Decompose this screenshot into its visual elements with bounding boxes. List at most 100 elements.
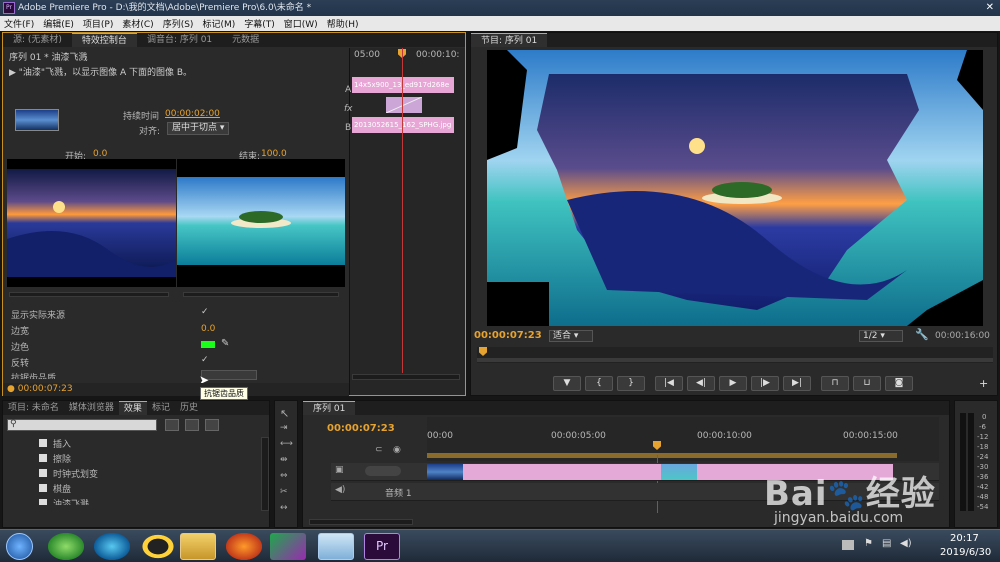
duration-value[interactable]: 00:00:02:00 [165,109,220,119]
snap-icon[interactable]: ⊂ [375,445,383,455]
tab-source[interactable]: 源: (无素材) [3,33,72,47]
step-forward-button[interactable]: |▶ [751,376,779,391]
start-slider[interactable] [9,292,169,297]
razor-tool-icon[interactable]: ✂ [280,487,288,497]
mini-timeline-scrollbar[interactable] [352,374,460,380]
tab-history[interactable]: 历史 [175,401,203,415]
network-tray-icon[interactable]: ▤ [882,538,891,549]
menu-project[interactable]: 项目(P) [83,17,113,30]
32bit-effects-icon[interactable] [185,419,199,431]
resolution-dropdown[interactable]: 1/2 ▾ [859,330,903,342]
antialias-dropdown[interactable] [201,370,257,380]
effects-search-input[interactable]: ⚲ [7,419,157,431]
menu-title[interactable]: 字幕(T) [244,17,275,30]
taskbar-app-firefox[interactable] [226,533,262,560]
end-value[interactable]: 100.0 [261,149,287,159]
effect-item-wipe[interactable]: 擦除 [53,452,71,465]
menu-sequence[interactable]: 序列(S) [163,17,194,30]
mark-out-button[interactable]: } [617,376,645,391]
taskbar-app-explorer[interactable] [180,533,216,560]
effect-item-clock-wipe[interactable]: 时钟式划变 [53,467,98,480]
taskbar-app-video[interactable] [270,533,306,560]
clip-a[interactable]: 14x5x900_13_ed917d268e [352,77,454,93]
lift-button[interactable]: ⊓ [821,376,849,391]
tab-audio-mixer[interactable]: 调音台: 序列 01 [137,33,222,47]
marker-icon[interactable]: ◉ [393,445,401,455]
show-source-checkbox[interactable]: ✓ [201,307,209,317]
volume-tray-icon[interactable]: ◀) [900,538,912,549]
effect-item-paint-splatter[interactable]: 油漆飞溅 [53,497,89,505]
go-to-out-button[interactable]: ▶| [783,376,811,391]
track-select-tool-icon[interactable]: ⇥ [280,423,288,433]
accelerated-effects-icon[interactable] [165,419,179,431]
clip-a-thumbnail [427,464,463,480]
tab-project[interactable]: 项目: 未命名 [3,401,64,415]
menu-file[interactable]: 文件(F) [4,17,34,30]
border-color-swatch[interactable] [201,341,215,348]
align-dropdown[interactable]: 居中于切点 ▾ [167,122,229,135]
add-button-icon[interactable]: + [979,377,988,390]
timeline-scrollbar[interactable] [309,519,413,525]
timeline-playhead-icon[interactable] [653,441,661,450]
taskbar-app-360[interactable] [48,533,84,560]
slip-tool-icon[interactable]: ↔ [280,503,288,513]
reverse-checkbox[interactable]: ✓ [201,355,209,365]
program-playhead-icon[interactable] [479,347,487,356]
extract-button[interactable]: ⊔ [853,376,881,391]
effect-item-checkerboard[interactable]: 棋盘 [53,482,71,495]
close-icon[interactable]: ✕ [986,0,994,16]
transition-block[interactable] [385,96,423,114]
eye-icon[interactable]: ▣ [335,465,344,475]
program-zoom-bar[interactable] [477,358,993,362]
ripple-edit-tool-icon[interactable]: ⟷ [280,439,293,449]
step-back-button[interactable]: ◀| [687,376,715,391]
tab-markers[interactable]: 标记 [147,401,175,415]
tab-effect-controls[interactable]: 特效控制台 [71,33,137,47]
effects-scrollbar[interactable] [261,437,269,511]
menu-marker[interactable]: 标记(M) [202,17,235,30]
clip-b[interactable]: 2013052615_162_SPHG.jpg [352,117,454,133]
start-button[interactable] [6,533,33,560]
yuv-effects-icon[interactable] [205,419,219,431]
tab-effects[interactable]: 效果 [118,401,147,415]
menu-edit[interactable]: 编辑(E) [43,17,74,30]
end-slider[interactable] [183,292,339,297]
keyboard-tray-icon[interactable] [842,540,854,550]
start-value[interactable]: 0.0 [93,149,107,159]
taskbar-app-premiere[interactable]: Pr [364,533,400,560]
program-tabs: 节目: 序列 01 [471,33,997,47]
export-frame-button[interactable]: ◙ [885,376,913,391]
eyedropper-icon[interactable]: ✎ [221,338,229,349]
taskbar-app-media[interactable] [94,533,130,560]
taskbar-app-qq[interactable] [140,533,176,560]
tab-metadata[interactable]: 元数据 [222,33,269,47]
menu-clip[interactable]: 素材(C) [122,17,153,30]
program-timecode[interactable]: 00:00:07:23 [474,330,542,341]
tab-media-browser[interactable]: 媒体浏览器 [64,401,119,415]
tab-sequence[interactable]: 序列 01 [303,401,356,415]
rolling-edit-tool-icon[interactable]: ⇹ [280,455,288,465]
selection-tool-icon[interactable]: ↖ [280,407,289,420]
show-source-label: 显示实际来源 [11,311,66,321]
work-area-bar[interactable] [427,453,897,458]
flag-tray-icon[interactable]: ⚑ [864,538,873,549]
fit-value: 适合 [553,331,572,341]
mark-in-button[interactable]: { [585,376,613,391]
wrench-icon[interactable]: 🔧 [915,328,929,341]
timeline-ruler[interactable]: 00:00 00:00:05:00 00:00:10:00 00:00:15:0… [427,417,939,461]
add-marker-button[interactable]: ▼ [553,376,581,391]
speaker-icon[interactable]: ◀) [335,485,345,495]
tab-program[interactable]: 节目: 序列 01 [471,33,548,47]
rate-stretch-tool-icon[interactable]: ⇔ [280,471,288,481]
border-width-value[interactable]: 0.0 [201,324,215,334]
effect-item-insert[interactable]: 插入 [53,437,71,450]
timeline-timecode[interactable]: 00:00:07:23 [327,423,395,434]
effect-description: ▶ "油漆"飞溅，以显示图像 A 下面的图像 B。 [9,68,192,78]
play-button[interactable]: ▶ [719,376,747,391]
menu-help[interactable]: 帮助(H) [327,17,359,30]
fit-dropdown[interactable]: 适合 ▾ [549,330,593,342]
menu-window[interactable]: 窗口(W) [284,17,318,30]
taskbar-app-window[interactable] [318,533,354,560]
program-scrub-bar[interactable] [477,347,993,363]
go-to-in-button[interactable]: |◀ [655,376,683,391]
